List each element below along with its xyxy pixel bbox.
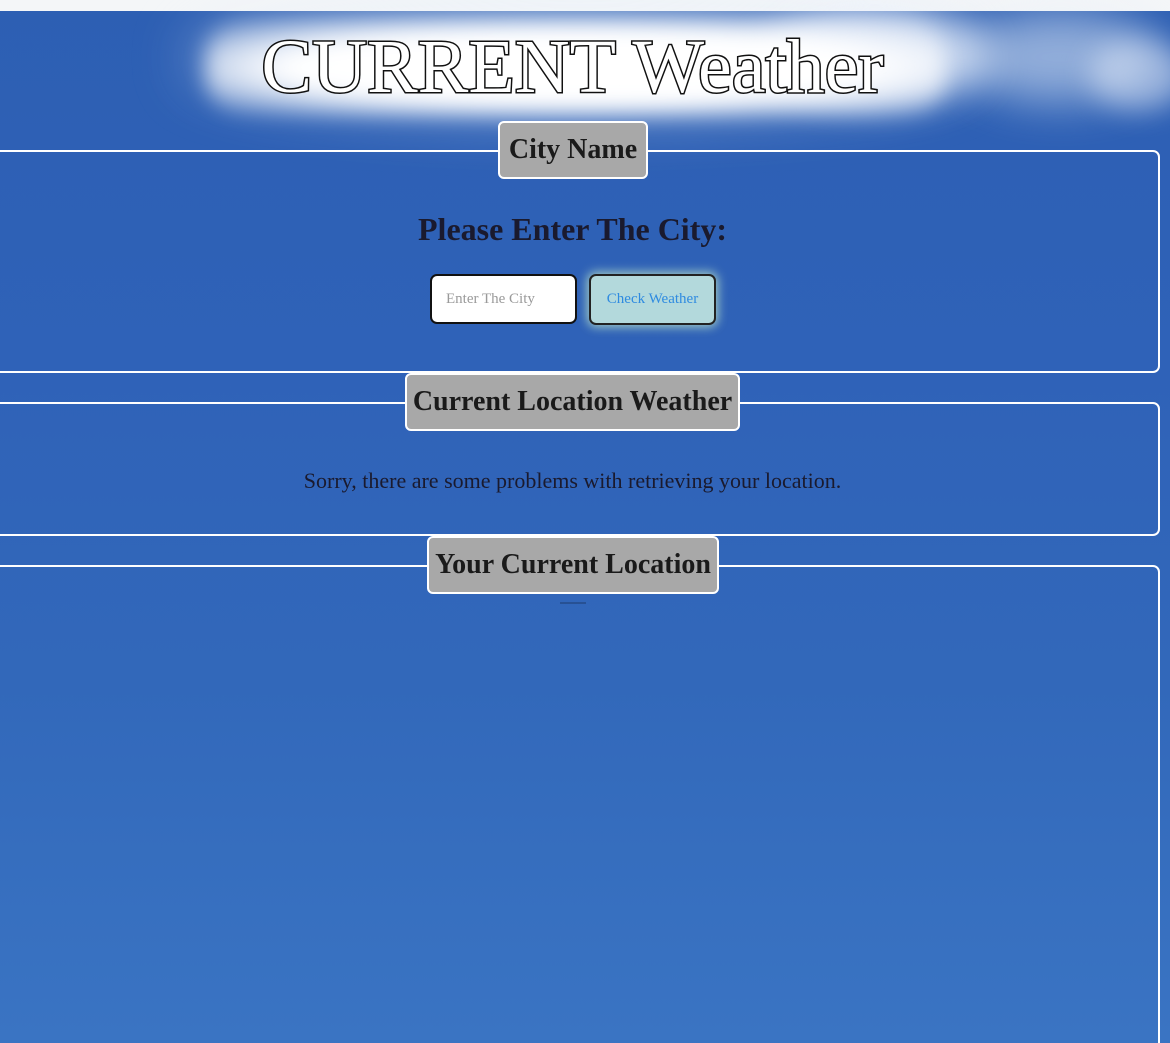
map-container [560, 602, 586, 604]
your-current-location-panel [0, 565, 1160, 1043]
city-prompt: Please Enter The City: [418, 211, 727, 247]
your-current-location-legend: Your Current Location [427, 536, 719, 594]
check-weather-button[interactable]: Check Weather [589, 274, 716, 325]
current-location-weather-legend: Current Location Weather [405, 373, 740, 431]
city-name-legend: City Name [498, 121, 648, 179]
page-title: CURRENT Weather [260, 24, 885, 111]
location-error-message: Sorry, there are some problems with retr… [303, 468, 842, 493]
city-input[interactable] [430, 274, 577, 324]
city-name-panel [0, 150, 1160, 373]
